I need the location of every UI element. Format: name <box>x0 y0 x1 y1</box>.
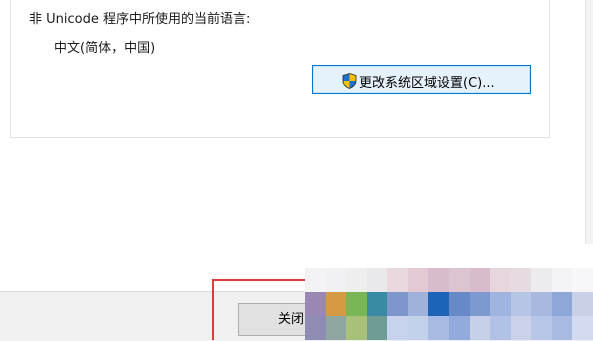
mosaic-tile <box>531 316 552 340</box>
mosaic-tile <box>325 244 347 268</box>
mosaic-tile <box>572 268 593 292</box>
mosaic-tile <box>551 268 573 292</box>
mosaic-tile <box>469 268 491 292</box>
mosaic-tile <box>448 244 470 268</box>
uac-shield-icon <box>342 73 357 89</box>
mosaic-tile <box>366 316 388 340</box>
mosaic-tile <box>469 316 491 340</box>
mosaic-tile <box>387 292 408 316</box>
mosaic-tile <box>325 268 347 292</box>
mosaic-tile <box>346 268 367 292</box>
mosaic-tile <box>490 292 511 316</box>
mosaic-tile <box>407 268 429 292</box>
mosaic-tile <box>469 244 491 268</box>
mosaic-tile <box>428 316 449 340</box>
mosaic-tile <box>387 268 408 292</box>
mosaic-tile <box>366 292 388 316</box>
mosaic-tile <box>305 316 326 340</box>
mosaic-tile <box>572 292 593 316</box>
mosaic-tile <box>490 244 511 268</box>
mosaic-tile <box>448 316 470 340</box>
language-for-non-unicode-panel: 非 Unicode 程序中所使用的当前语言: 中文(简体，中国) 更改系统区域设… <box>10 0 550 138</box>
mosaic-tile <box>305 268 326 292</box>
mosaic-tile <box>325 316 347 340</box>
mosaic-tile <box>510 292 532 316</box>
mosaic-tile <box>510 268 532 292</box>
mosaic-tile <box>305 244 326 268</box>
pixelated-overlay <box>305 244 593 340</box>
mosaic-tile <box>531 268 552 292</box>
mosaic-tile <box>346 316 367 340</box>
mosaic-tile <box>448 268 470 292</box>
mosaic-tile <box>531 244 552 268</box>
mosaic-tile <box>572 316 593 340</box>
mosaic-tile <box>407 292 429 316</box>
mosaic-tile <box>325 292 347 316</box>
current-system-language: 中文(简体，中国) <box>54 41 156 56</box>
change-system-locale-label: 更改系统区域设置(C)... <box>359 76 495 91</box>
mosaic-tile <box>366 268 388 292</box>
mosaic-tile <box>469 292 491 316</box>
mosaic-tile <box>407 244 429 268</box>
mosaic-tile <box>490 316 511 340</box>
change-system-locale-button[interactable]: 更改系统区域设置(C)... <box>312 65 531 94</box>
mosaic-tile <box>448 292 470 316</box>
mosaic-tile <box>366 244 388 268</box>
mosaic-tile <box>346 244 367 268</box>
mosaic-tile <box>428 268 449 292</box>
mosaic-tile <box>551 244 573 268</box>
mosaic-tile <box>387 316 408 340</box>
mosaic-tile <box>428 292 449 316</box>
mosaic-tile <box>490 268 511 292</box>
mosaic-tile <box>346 292 367 316</box>
mosaic-tile <box>428 244 449 268</box>
mosaic-tile <box>551 316 573 340</box>
mosaic-tile <box>572 244 593 268</box>
highlight-box <box>212 279 312 340</box>
non-unicode-language-heading: 非 Unicode 程序中所使用的当前语言: <box>29 12 251 27</box>
mosaic-tile <box>407 316 429 340</box>
mosaic-tile <box>510 316 532 340</box>
mosaic-tile <box>305 292 326 316</box>
mosaic-tile <box>387 244 408 268</box>
mosaic-tile <box>551 292 573 316</box>
mosaic-tile <box>531 292 552 316</box>
mosaic-tile <box>510 244 532 268</box>
